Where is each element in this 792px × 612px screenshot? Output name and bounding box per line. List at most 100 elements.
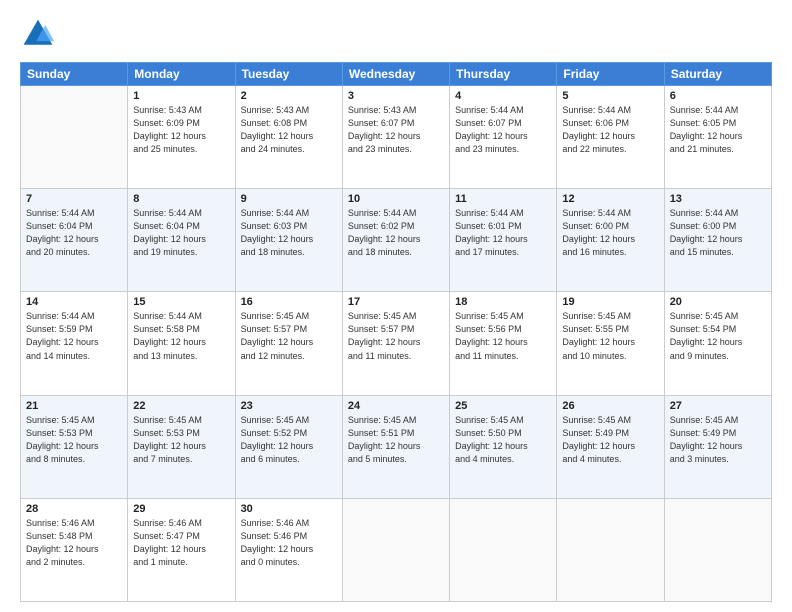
calendar-header-row: SundayMondayTuesdayWednesdayThursdayFrid… [21, 63, 772, 86]
calendar-cell: 10Sunrise: 5:44 AM Sunset: 6:02 PM Dayli… [342, 189, 449, 292]
day-info: Sunrise: 5:43 AM Sunset: 6:09 PM Dayligh… [133, 104, 229, 156]
day-info: Sunrise: 5:45 AM Sunset: 5:50 PM Dayligh… [455, 414, 551, 466]
calendar-cell [342, 498, 449, 601]
day-info: Sunrise: 5:44 AM Sunset: 6:00 PM Dayligh… [670, 207, 766, 259]
day-info: Sunrise: 5:46 AM Sunset: 5:48 PM Dayligh… [26, 517, 122, 569]
day-info: Sunrise: 5:45 AM Sunset: 5:55 PM Dayligh… [562, 310, 658, 362]
calendar-week-row: 21 Sunrise: 5:45 AM Sunset: 5:53 PM Dayli… [21, 395, 772, 498]
day-number: 11 [455, 193, 551, 205]
day-number: 9 [241, 193, 337, 205]
header [20, 16, 772, 52]
day-info: Sunrise: 5:44 AM Sunset: 6:05 PM Dayligh… [670, 104, 766, 156]
calendar-cell: 11 Sunrise: 5:44 AM Sunset: 6:01 PM Dayli… [450, 189, 557, 292]
calendar-cell: 26Sunrise: 5:45 AM Sunset: 5:49 PM Dayli… [557, 395, 664, 498]
weekday-header: Wednesday [342, 63, 449, 86]
day-info: Sunrise: 5:45 AM Sunset: 5:53 PM Dayligh… [26, 414, 122, 466]
calendar-cell: 19 Sunrise: 5:45 AM Sunset: 5:55 PM Dayli… [557, 292, 664, 395]
day-number: 7 [26, 193, 122, 205]
calendar-cell: 28 Sunrise: 5:46 AM Sunset: 5:48 PM Dayli… [21, 498, 128, 601]
day-number: 16 [241, 296, 337, 308]
day-number: 15 [133, 296, 229, 308]
calendar-cell [450, 498, 557, 601]
calendar-cell: 14 Sunrise: 5:44 AM Sunset: 5:59 PM Dayli… [21, 292, 128, 395]
calendar-cell: 29 Sunrise: 5:46 AM Sunset: 5:47 PM Dayli… [128, 498, 235, 601]
day-number: 27 [670, 400, 766, 412]
calendar-cell: 2 Sunrise: 5:43 AM Sunset: 6:08 PM Daylig… [235, 86, 342, 189]
calendar-cell: 18Sunrise: 5:45 AM Sunset: 5:56 PM Dayli… [450, 292, 557, 395]
calendar-cell: 20 Sunrise: 5:45 AM Sunset: 5:54 PM Dayli… [664, 292, 771, 395]
calendar-cell: 15 Sunrise: 5:44 AM Sunset: 5:58 PM Dayli… [128, 292, 235, 395]
day-number: 14 [26, 296, 122, 308]
day-info: Sunrise: 5:45 AM Sunset: 5:57 PM Dayligh… [241, 310, 337, 362]
weekday-header: Thursday [450, 63, 557, 86]
day-number: 19 [562, 296, 658, 308]
day-info: Sunrise: 5:46 AM Sunset: 5:46 PM Dayligh… [241, 517, 337, 569]
day-info: Sunrise: 5:45 AM Sunset: 5:54 PM Dayligh… [670, 310, 766, 362]
day-info: Sunrise: 5:44 AM Sunset: 6:04 PM Dayligh… [26, 207, 122, 259]
calendar-cell: 12 Sunrise: 5:44 AM Sunset: 6:00 PM Dayli… [557, 189, 664, 292]
calendar-week-row: 1 Sunrise: 5:43 AM Sunset: 6:09 PM Daylig… [21, 86, 772, 189]
day-info: Sunrise: 5:43 AM Sunset: 6:08 PM Dayligh… [241, 104, 337, 156]
day-info: Sunrise: 5:45 AM Sunset: 5:57 PM Dayligh… [348, 310, 444, 362]
calendar-week-row: 28 Sunrise: 5:46 AM Sunset: 5:48 PM Dayli… [21, 498, 772, 601]
day-number: 13 [670, 193, 766, 205]
logo-icon [20, 16, 56, 52]
calendar-cell: 25 Sunrise: 5:45 AM Sunset: 5:50 PM Dayli… [450, 395, 557, 498]
day-number: 6 [670, 90, 766, 102]
calendar-cell [21, 86, 128, 189]
day-info: Sunrise: 5:45 AM Sunset: 5:49 PM Dayligh… [562, 414, 658, 466]
day-number: 24 [348, 400, 444, 412]
day-number: 12 [562, 193, 658, 205]
weekday-header: Friday [557, 63, 664, 86]
day-number: 3 [348, 90, 444, 102]
weekday-header: Monday [128, 63, 235, 86]
day-number: 4 [455, 90, 551, 102]
day-number: 17 [348, 296, 444, 308]
weekday-header: Sunday [21, 63, 128, 86]
day-info: Sunrise: 5:44 AM Sunset: 6:04 PM Dayligh… [133, 207, 229, 259]
day-info: Sunrise: 5:43 AM Sunset: 6:07 PM Dayligh… [348, 104, 444, 156]
calendar-cell: 3 Sunrise: 5:43 AM Sunset: 6:07 PM Daylig… [342, 86, 449, 189]
day-number: 29 [133, 503, 229, 515]
day-info: Sunrise: 5:44 AM Sunset: 6:00 PM Dayligh… [562, 207, 658, 259]
day-number: 30 [241, 503, 337, 515]
calendar-cell: 17 Sunrise: 5:45 AM Sunset: 5:57 PM Dayli… [342, 292, 449, 395]
page: SundayMondayTuesdayWednesdayThursdayFrid… [0, 0, 792, 612]
calendar-cell: 7 Sunrise: 5:44 AM Sunset: 6:04 PM Daylig… [21, 189, 128, 292]
day-info: Sunrise: 5:44 AM Sunset: 6:03 PM Dayligh… [241, 207, 337, 259]
day-info: Sunrise: 5:45 AM Sunset: 5:52 PM Dayligh… [241, 414, 337, 466]
calendar-cell: 4 Sunrise: 5:44 AM Sunset: 6:07 PM Daylig… [450, 86, 557, 189]
day-info: Sunrise: 5:44 AM Sunset: 5:58 PM Dayligh… [133, 310, 229, 362]
calendar-week-row: 14 Sunrise: 5:44 AM Sunset: 5:59 PM Dayli… [21, 292, 772, 395]
day-info: Sunrise: 5:44 AM Sunset: 6:06 PM Dayligh… [562, 104, 658, 156]
calendar-cell: 24 Sunrise: 5:45 AM Sunset: 5:51 PM Dayli… [342, 395, 449, 498]
day-number: 23 [241, 400, 337, 412]
day-info: Sunrise: 5:44 AM Sunset: 5:59 PM Dayligh… [26, 310, 122, 362]
calendar-cell: 6 Sunrise: 5:44 AM Sunset: 6:05 PM Daylig… [664, 86, 771, 189]
day-number: 22 [133, 400, 229, 412]
day-info: Sunrise: 5:44 AM Sunset: 6:07 PM Dayligh… [455, 104, 551, 156]
calendar-cell: 16 Sunrise: 5:45 AM Sunset: 5:57 PM Dayli… [235, 292, 342, 395]
calendar-cell: 9 Sunrise: 5:44 AM Sunset: 6:03 PM Daylig… [235, 189, 342, 292]
logo [20, 16, 62, 52]
day-number: 25 [455, 400, 551, 412]
calendar-cell [664, 498, 771, 601]
day-number: 21 [26, 400, 122, 412]
calendar-cell: 1 Sunrise: 5:43 AM Sunset: 6:09 PM Daylig… [128, 86, 235, 189]
weekday-header: Saturday [664, 63, 771, 86]
day-info: Sunrise: 5:46 AM Sunset: 5:47 PM Dayligh… [133, 517, 229, 569]
calendar-cell: 23 Sunrise: 5:45 AM Sunset: 5:52 PM Dayli… [235, 395, 342, 498]
day-number: 2 [241, 90, 337, 102]
day-number: 10 [348, 193, 444, 205]
day-info: Sunrise: 5:45 AM Sunset: 5:51 PM Dayligh… [348, 414, 444, 466]
calendar-cell [557, 498, 664, 601]
day-info: Sunrise: 5:44 AM Sunset: 6:01 PM Dayligh… [455, 207, 551, 259]
day-number: 20 [670, 296, 766, 308]
calendar-cell: 22Sunrise: 5:45 AM Sunset: 5:53 PM Dayli… [128, 395, 235, 498]
day-number: 1 [133, 90, 229, 102]
day-info: Sunrise: 5:45 AM Sunset: 5:49 PM Dayligh… [670, 414, 766, 466]
calendar-cell: 8 Sunrise: 5:44 AM Sunset: 6:04 PM Daylig… [128, 189, 235, 292]
calendar-cell: 27 Sunrise: 5:45 AM Sunset: 5:49 PM Dayli… [664, 395, 771, 498]
day-number: 8 [133, 193, 229, 205]
day-number: 28 [26, 503, 122, 515]
